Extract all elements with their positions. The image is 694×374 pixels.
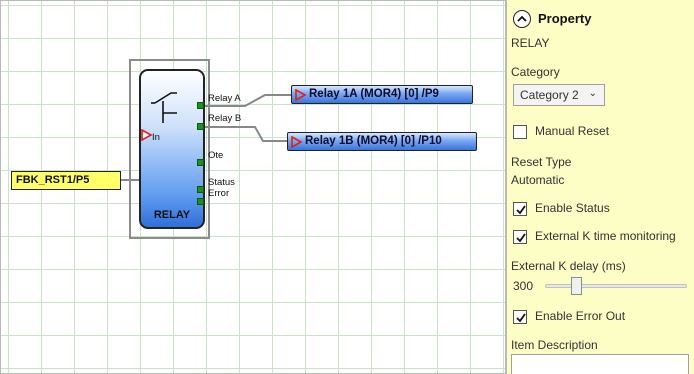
external-k-label: External K time monitoring	[535, 229, 676, 243]
reset-type-value: Automatic	[511, 173, 565, 187]
port-label-error: Error	[208, 188, 230, 199]
category-label: Category	[511, 65, 560, 79]
output-arrow-icon	[295, 89, 307, 101]
item-name: RELAY	[511, 36, 550, 50]
checkmark-icon	[516, 313, 526, 323]
collapse-up-icon[interactable]	[513, 10, 531, 28]
port-status[interactable]	[197, 186, 204, 193]
item-description-field[interactable]	[511, 354, 689, 374]
input-block-fbk-rst1[interactable]: FBK_RST1/P5	[11, 171, 121, 190]
panel-title: Property	[538, 11, 592, 26]
checkmark-icon	[516, 233, 526, 243]
category-select-value: Category 2	[520, 88, 579, 102]
enable-status-checkbox[interactable]	[513, 202, 527, 216]
port-relay-a[interactable]	[197, 102, 204, 109]
chevron-down-icon: ⌄	[588, 88, 597, 99]
port-label-in: In	[152, 132, 160, 143]
relay-block-title: RELAY	[153, 209, 191, 221]
output-arrow-icon	[291, 136, 303, 148]
external-k-delay-label: External K delay (ms)	[511, 259, 626, 273]
port-error[interactable]	[197, 198, 204, 205]
enable-status-label: Enable Status	[535, 201, 610, 215]
output-relay-1a[interactable]: Relay 1A (MOR4) [0] /P9	[291, 85, 473, 104]
output-relay-1a-label: Relay 1A (MOR4) [0] /P9	[309, 88, 439, 100]
port-relay-b[interactable]	[197, 123, 204, 130]
relay-switch-icon	[151, 92, 177, 123]
external-k-checkbox[interactable]	[513, 230, 527, 244]
reset-type-label: Reset Type	[511, 155, 572, 169]
slider-thumb[interactable]	[571, 277, 582, 295]
port-label-relay-a: Relay A	[208, 93, 241, 104]
port-ote[interactable]	[197, 159, 204, 166]
category-select[interactable]: Category 2 ⌄	[513, 84, 605, 106]
enable-error-out-checkbox[interactable]	[513, 310, 527, 324]
port-label-relay-b: Relay B	[208, 113, 242, 124]
manual-reset-label: Manual Reset	[535, 124, 610, 138]
diagram-canvas[interactable]: RELAY In Relay A Relay B Ote Status Erro…	[0, 0, 506, 374]
port-label-status: Status	[208, 177, 235, 188]
external-k-delay-value: 300	[513, 279, 534, 293]
output-relay-1b[interactable]: Relay 1B (MOR4) [0] /P10	[287, 132, 477, 151]
output-relay-1b-label: Relay 1B (MOR4) [0] /P10	[305, 135, 442, 147]
manual-reset-checkbox[interactable]	[513, 125, 527, 139]
external-k-delay-slider[interactable]	[545, 284, 687, 288]
checkmark-icon	[516, 205, 526, 215]
property-panel: Property RELAY Category Category 2 ⌄ Man…	[506, 0, 694, 374]
wire-relay-b-to-output-2	[205, 126, 287, 142]
port-label-ote: Ote	[208, 150, 224, 161]
relay-block[interactable]	[139, 69, 205, 229]
enable-error-out-label: Enable Error Out	[535, 309, 626, 323]
item-description-label: Item Description	[511, 338, 598, 352]
